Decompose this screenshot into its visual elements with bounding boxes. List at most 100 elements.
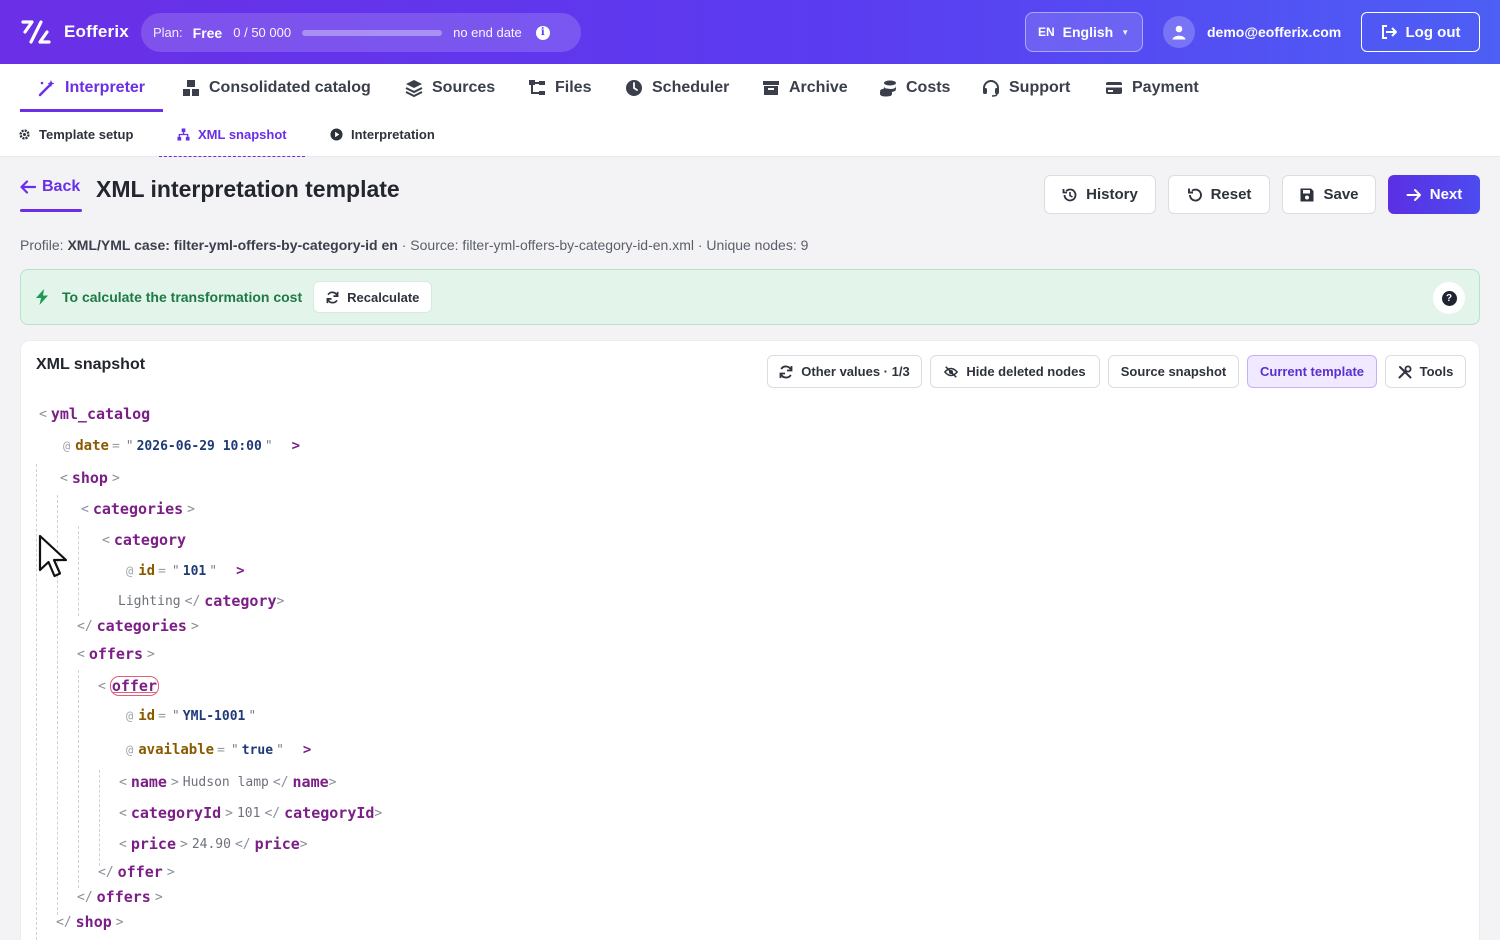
logout-icon <box>1381 25 1397 39</box>
main-nav: Interpreter Consolidated catalog Sources… <box>0 64 1500 112</box>
xml-text-category[interactable]: Lighting </category > <box>118 592 284 610</box>
gear-icon <box>19 129 30 140</box>
cost-notice: To calculate the transformation cost Rec… <box>20 269 1480 325</box>
undo-icon <box>1187 188 1202 201</box>
play-circle-icon <box>330 128 343 141</box>
back-link[interactable]: Back <box>20 178 80 196</box>
xml-node-category[interactable]: < category <box>98 531 186 549</box>
tab-xml-snapshot[interactable]: XML snapshot <box>159 112 305 157</box>
profile-summary: Profile: XML/YML case: filter-yml-offers… <box>20 237 809 253</box>
tree-guide <box>36 464 37 940</box>
tree-guide <box>78 526 79 616</box>
notice-text: To calculate the transformation cost <box>62 289 303 305</box>
archive-icon <box>763 81 779 95</box>
wand-icon <box>38 80 55 97</box>
sync-icon <box>779 365 793 378</box>
refresh-icon <box>326 291 339 303</box>
layers-icon <box>405 80 423 97</box>
clock-icon <box>626 80 642 96</box>
tools-button[interactable]: Tools <box>1385 355 1466 388</box>
nav-item-consolidated-catalog[interactable]: Consolidated catalog <box>182 64 371 112</box>
bolt-icon <box>36 289 48 305</box>
save-icon <box>1300 188 1314 201</box>
headset-icon <box>983 80 999 97</box>
language-selector[interactable]: EN English ▼ <box>1025 12 1143 52</box>
xml-node-shop[interactable]: < shop > <box>56 469 124 487</box>
arrow-right-icon <box>1406 188 1421 201</box>
logout-button[interactable]: Log out <box>1361 12 1480 52</box>
reset-button[interactable]: Reset <box>1168 175 1270 214</box>
xml-node-yml-catalog[interactable]: < yml_catalog <box>35 405 150 423</box>
language-name: English <box>1062 24 1114 40</box>
next-button[interactable]: Next <box>1388 175 1480 214</box>
history-button[interactable]: History <box>1044 175 1156 214</box>
help-button[interactable]: ? <box>1433 282 1465 314</box>
tree-icon <box>177 128 190 141</box>
other-values-button[interactable]: Other values · 1/3 <box>767 355 922 388</box>
cubes-icon <box>183 80 199 96</box>
hide-deleted-nodes-button[interactable]: Hide deleted nodes <box>930 355 1100 388</box>
sub-nav: Template setup XML snapshot Interpretati… <box>0 112 1500 157</box>
nav-item-archive[interactable]: Archive <box>762 64 848 112</box>
xml-node-categoryid[interactable]: < categoryId >101 </categoryId > <box>119 804 382 822</box>
nav-item-scheduler[interactable]: Scheduler <box>625 64 729 112</box>
logo-icon <box>21 20 51 44</box>
xml-node-offers[interactable]: < offers > <box>77 645 159 663</box>
arrow-left-icon <box>20 180 36 194</box>
profile-name: XML/YML case: filter-yml-offers-by-categ… <box>67 237 398 253</box>
top-bar: Eofferix Plan: Free 0 / 50 000 no end da… <box>0 0 1500 64</box>
tree-guide <box>78 670 79 888</box>
xml-node-categories[interactable]: < categories > <box>77 500 199 518</box>
highlighted-offer-tag: offer <box>109 676 159 696</box>
nav-item-support[interactable]: Support <box>982 64 1070 112</box>
recalculate-button[interactable]: Recalculate <box>313 281 433 313</box>
credit-card-icon <box>1106 82 1122 94</box>
xml-node-price[interactable]: < price >24.90 </price > <box>119 835 308 853</box>
sitemap-icon <box>529 80 545 95</box>
xml-attr-offer-id[interactable]: @ id = " YML-1001 " <box>126 708 259 724</box>
language-code: EN <box>1038 25 1055 39</box>
user-email: demo@eofferix.com <box>1207 24 1342 40</box>
plan-widget: Plan: Free 0 / 50 000 no end date i <box>141 13 581 52</box>
coins-icon <box>880 80 896 97</box>
source-snapshot-button[interactable]: Source snapshot <box>1108 355 1239 388</box>
xml-node-name[interactable]: < name > Hudson lamp </name > <box>119 773 336 791</box>
nav-item-costs[interactable]: Costs <box>879 64 950 112</box>
current-template-button[interactable]: Current template <box>1247 355 1377 388</box>
tab-interpretation[interactable]: Interpretation <box>330 112 435 157</box>
plan-usage: 0 / 50 000 <box>233 25 292 40</box>
plan-name: Free <box>192 24 223 41</box>
tab-template-setup[interactable]: Template setup <box>18 112 133 157</box>
plan-progress-bar <box>302 29 443 36</box>
xml-attr-available[interactable]: @ available = " true " > <box>126 742 311 758</box>
xml-close-shop[interactable]: </shop > <box>56 913 128 931</box>
plan-end-date: no end date <box>453 25 522 40</box>
xml-close-categories[interactable]: </categories > <box>77 617 203 635</box>
xml-attr-date[interactable]: @ date = " 2026-06-29 10:00 " > <box>63 438 300 454</box>
caret-down-icon: ▼ <box>1121 27 1130 37</box>
page-title: XML interpretation template <box>96 176 400 202</box>
xml-attr-category-id[interactable]: @ id = " 101 " > <box>126 563 245 579</box>
user-avatar-icon <box>1163 16 1195 48</box>
user-menu[interactable]: demo@eofferix.com <box>1163 16 1341 48</box>
tree-guide <box>99 770 100 866</box>
mouse-cursor-icon <box>38 534 68 578</box>
nav-item-interpreter[interactable]: Interpreter <box>19 64 164 112</box>
question-icon: ? <box>1441 290 1457 306</box>
nav-item-payment[interactable]: Payment <box>1105 64 1199 112</box>
panel-title: XML snapshot <box>36 356 146 373</box>
xml-close-offers[interactable]: </offers > <box>77 888 167 906</box>
nav-item-sources[interactable]: Sources <box>405 64 495 112</box>
save-button[interactable]: Save <box>1282 175 1376 214</box>
app-logo[interactable]: Eofferix <box>20 18 129 46</box>
history-icon <box>1062 188 1077 201</box>
nav-item-files[interactable]: Files <box>528 64 591 112</box>
info-icon[interactable]: i <box>535 25 550 40</box>
app-name: Eofferix <box>64 22 129 41</box>
xml-close-offer[interactable]: </offer > <box>98 863 179 881</box>
tools-icon <box>1398 365 1412 378</box>
back-underline <box>20 209 82 212</box>
plan-label: Plan: <box>153 25 183 40</box>
eye-slash-icon <box>944 365 959 378</box>
xml-node-offer[interactable]: < offer <box>98 676 159 696</box>
